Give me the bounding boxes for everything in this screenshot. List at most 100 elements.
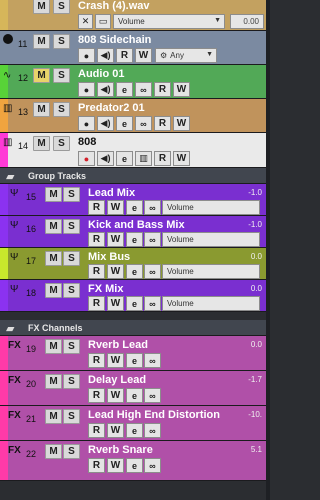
read-button[interactable]: R bbox=[88, 388, 105, 403]
vertical-scrollbar[interactable] bbox=[266, 0, 270, 500]
edit-e-icon[interactable]: e bbox=[116, 151, 133, 166]
link-icon[interactable]: ∞ bbox=[144, 423, 161, 438]
mute-button[interactable]: M bbox=[45, 219, 62, 234]
mute-button[interactable]: M bbox=[33, 102, 50, 117]
read-button[interactable]: R bbox=[116, 48, 133, 63]
write-button[interactable]: W bbox=[173, 82, 190, 97]
fx-track[interactable]: FX 21 M S Lead High End Distortion -10. … bbox=[0, 406, 270, 441]
edit-e-icon[interactable]: e bbox=[116, 116, 133, 131]
read-button[interactable]: R bbox=[88, 200, 105, 215]
monitor-dot-icon[interactable]: ● bbox=[78, 116, 95, 131]
mute-button[interactable]: M bbox=[33, 0, 50, 14]
link-icon[interactable]: ▭ bbox=[95, 14, 111, 29]
input-routing-select[interactable]: ⚙ Any ▼ bbox=[155, 48, 217, 63]
mute-button[interactable]: M bbox=[45, 374, 62, 389]
volume-select[interactable]: Volume bbox=[162, 296, 260, 311]
group-track[interactable]: Ψ 17 M S Mix Bus 0.0 R W e ∞ Volume bbox=[0, 248, 270, 280]
record-icon[interactable]: ● bbox=[78, 151, 95, 166]
track-audio-01[interactable]: ∿ 12 M S Audio 01 ● ◀) e ∞ R W bbox=[0, 65, 270, 99]
solo-button[interactable]: S bbox=[53, 34, 70, 49]
link-icon[interactable]: ∞ bbox=[144, 232, 161, 247]
edit-e-icon[interactable]: e bbox=[126, 264, 143, 279]
mute-button[interactable]: M bbox=[33, 68, 50, 83]
solo-button[interactable]: S bbox=[63, 187, 80, 202]
mute-button[interactable]: M bbox=[45, 283, 62, 298]
link-icon[interactable]: ∞ bbox=[135, 116, 152, 131]
group-track[interactable]: Ψ 16 M S Kick and Bass Mix -1.0 R W e ∞ … bbox=[0, 216, 270, 248]
group-track[interactable]: Ψ 15 M S Lead Mix -1.0 R W e ∞ Volume bbox=[0, 184, 270, 216]
read-button[interactable]: R bbox=[88, 264, 105, 279]
write-button[interactable]: W bbox=[107, 423, 124, 438]
mute-button[interactable]: M bbox=[45, 187, 62, 202]
read-button[interactable]: R bbox=[88, 423, 105, 438]
solo-button[interactable]: S bbox=[53, 136, 70, 151]
fx-channels-folder[interactable]: ▰ FX Channels bbox=[0, 320, 270, 336]
solo-button[interactable]: S bbox=[63, 339, 80, 354]
piano-icon[interactable]: ▥ bbox=[135, 151, 152, 166]
edit-e-icon[interactable]: e bbox=[126, 458, 143, 473]
read-button[interactable]: R bbox=[154, 151, 171, 166]
edit-x-icon[interactable]: ✕ bbox=[78, 14, 93, 29]
solo-button[interactable]: S bbox=[63, 409, 80, 424]
fx-track[interactable]: FX 20 M S Delay Lead -1.7 R W e ∞ bbox=[0, 371, 270, 406]
monitor-dot-icon[interactable]: ● bbox=[78, 82, 95, 97]
link-icon[interactable]: ∞ bbox=[144, 458, 161, 473]
volume-select[interactable]: Volume bbox=[162, 232, 260, 247]
mute-button[interactable]: M bbox=[33, 136, 50, 151]
speaker-icon[interactable]: ◀) bbox=[97, 48, 114, 63]
solo-button[interactable]: S bbox=[63, 283, 80, 298]
edit-e-icon[interactable]: e bbox=[126, 388, 143, 403]
fx-track[interactable]: FX 22 M S Rverb Snare 5.1 R W e ∞ bbox=[0, 441, 270, 481]
link-icon[interactable]: ∞ bbox=[144, 296, 161, 311]
write-button[interactable]: W bbox=[173, 116, 190, 131]
group-tracks-folder[interactable]: ▰ Group Tracks bbox=[0, 168, 270, 184]
read-button[interactable]: R bbox=[154, 82, 171, 97]
link-icon[interactable]: ∞ bbox=[144, 264, 161, 279]
write-button[interactable]: W bbox=[107, 353, 124, 368]
write-button[interactable]: W bbox=[107, 264, 124, 279]
track-808-sidechain[interactable]: 11 M S 808 Sidechain ● ◀) R W ⚙ Any ▼ bbox=[0, 31, 270, 65]
monitor-dot-icon[interactable]: ● bbox=[78, 48, 95, 63]
speaker-icon[interactable]: ◀) bbox=[97, 151, 114, 166]
link-icon[interactable]: ∞ bbox=[135, 82, 152, 97]
track-crash[interactable]: M S Crash (4).wav ✕ ▭ Volume ▼ 0.00 bbox=[0, 0, 270, 31]
solo-button[interactable]: S bbox=[63, 219, 80, 234]
link-icon[interactable]: ∞ bbox=[144, 200, 161, 215]
read-button[interactable]: R bbox=[88, 232, 105, 247]
edit-e-icon[interactable]: e bbox=[116, 82, 133, 97]
write-button[interactable]: W bbox=[135, 48, 152, 63]
write-button[interactable]: W bbox=[107, 458, 124, 473]
write-button[interactable]: W bbox=[107, 232, 124, 247]
edit-e-icon[interactable]: e bbox=[126, 232, 143, 247]
solo-button[interactable]: S bbox=[63, 251, 80, 266]
read-button[interactable]: R bbox=[88, 458, 105, 473]
mute-button[interactable]: M bbox=[45, 339, 62, 354]
solo-button[interactable]: S bbox=[53, 68, 70, 83]
read-button[interactable]: R bbox=[154, 116, 171, 131]
fx-track[interactable]: FX 19 M S Rverb Lead 0.0 R W e ∞ bbox=[0, 336, 270, 371]
link-icon[interactable]: ∞ bbox=[144, 388, 161, 403]
volume-select[interactable]: Volume bbox=[162, 264, 260, 279]
write-button[interactable]: W bbox=[173, 151, 190, 166]
link-icon[interactable]: ∞ bbox=[144, 353, 161, 368]
mute-button[interactable]: M bbox=[45, 409, 62, 424]
volume-select[interactable]: Volume ▼ bbox=[113, 14, 225, 29]
track-predator2-01[interactable]: ▥ 13 M S Predator2 01 ● ◀) e ∞ R W bbox=[0, 99, 270, 133]
read-button[interactable]: R bbox=[88, 296, 105, 311]
solo-button[interactable]: S bbox=[53, 102, 70, 117]
mute-button[interactable]: M bbox=[45, 251, 62, 266]
speaker-icon[interactable]: ◀) bbox=[97, 82, 114, 97]
edit-e-icon[interactable]: e bbox=[126, 200, 143, 215]
track-808[interactable]: ▥ 14 M S 808 ● ◀) e ▥ R W bbox=[0, 133, 270, 168]
write-button[interactable]: W bbox=[107, 296, 124, 311]
solo-button[interactable]: S bbox=[63, 444, 80, 459]
edit-e-icon[interactable]: e bbox=[126, 423, 143, 438]
volume-select[interactable]: Volume bbox=[162, 200, 260, 215]
write-button[interactable]: W bbox=[107, 200, 124, 215]
volume-value[interactable]: 0.00 bbox=[230, 14, 264, 29]
mute-button[interactable]: M bbox=[45, 444, 62, 459]
solo-button[interactable]: S bbox=[63, 374, 80, 389]
solo-button[interactable]: S bbox=[53, 0, 70, 14]
speaker-icon[interactable]: ◀) bbox=[97, 116, 114, 131]
read-button[interactable]: R bbox=[88, 353, 105, 368]
